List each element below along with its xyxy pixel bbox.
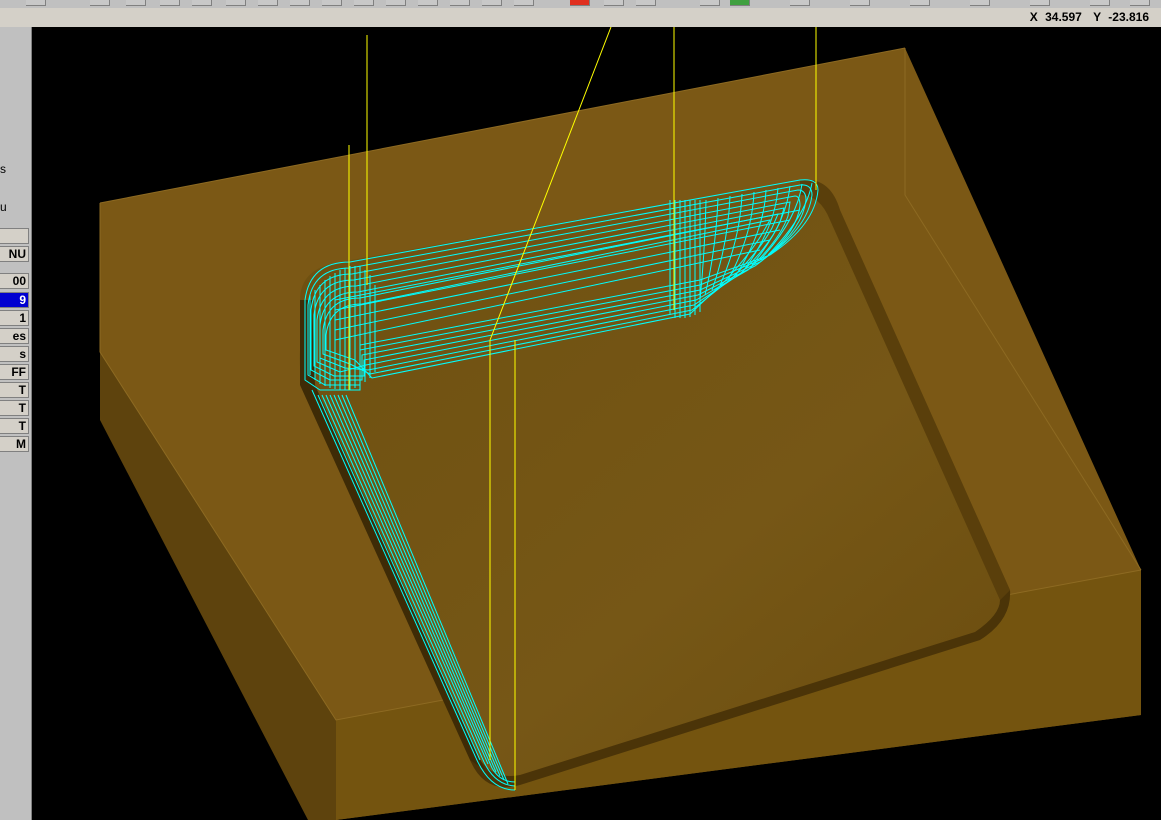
panel-button[interactable]: FF — [0, 364, 29, 380]
toolbar-button[interactable] — [290, 0, 310, 6]
left-panel: s u NU 00 9 1 es s FF T T T M — [0, 27, 32, 820]
toolbar-button[interactable] — [970, 0, 990, 6]
panel-button[interactable]: es — [0, 328, 29, 344]
toolbar-button[interactable] — [604, 0, 624, 6]
toolbar-button[interactable] — [258, 0, 278, 6]
toolbar-button[interactable] — [1130, 0, 1150, 6]
toolbar-button[interactable] — [910, 0, 930, 6]
toolbar-button[interactable] — [730, 0, 750, 6]
toolbar-button[interactable] — [192, 0, 212, 6]
panel-button[interactable]: 1 — [0, 310, 29, 326]
panel-button[interactable]: T — [0, 400, 29, 416]
panel-label: s — [0, 162, 6, 176]
toolbar-button[interactable] — [514, 0, 534, 6]
x-value: 34.597 — [1045, 10, 1082, 24]
y-value: -23.816 — [1108, 10, 1149, 24]
coordinate-readout: X 34.597 Y -23.816 — [1026, 10, 1149, 24]
panel-label: u — [0, 200, 7, 214]
toolbar-button[interactable] — [126, 0, 146, 6]
3d-viewport[interactable] — [32, 27, 1161, 820]
toolbar-button[interactable] — [1090, 0, 1110, 6]
panel-button-selected[interactable]: 9 — [0, 292, 29, 308]
toolbar-button[interactable] — [450, 0, 470, 6]
toolbar-button[interactable] — [700, 0, 720, 6]
panel-button[interactable] — [0, 228, 29, 244]
toolbar-button[interactable] — [418, 0, 438, 6]
y-label: Y — [1093, 10, 1101, 24]
panel-button[interactable]: T — [0, 418, 29, 434]
toolbar-button[interactable] — [482, 0, 502, 6]
machining-simulation — [99, 27, 1142, 820]
toolbar-button[interactable] — [90, 0, 110, 6]
panel-button[interactable]: s — [0, 346, 29, 362]
toolbar-button[interactable] — [322, 0, 342, 6]
toolbar-button[interactable] — [354, 0, 374, 6]
toolbar-button[interactable] — [850, 0, 870, 6]
toolbar-button[interactable] — [790, 0, 810, 6]
status-bar: X 34.597 Y -23.816 — [0, 8, 1161, 28]
x-label: X — [1029, 10, 1038, 24]
toolbar-button[interactable] — [636, 0, 656, 6]
panel-button[interactable]: 00 — [0, 273, 29, 289]
toolbar-button[interactable] — [226, 0, 246, 6]
stop-icon[interactable] — [570, 0, 590, 6]
toolbar-button[interactable] — [1030, 0, 1050, 6]
panel-button[interactable]: T — [0, 382, 29, 398]
toolbar-button[interactable] — [26, 0, 46, 6]
toolbar-button[interactable] — [386, 0, 406, 6]
panel-button[interactable]: M — [0, 436, 29, 452]
panel-button[interactable]: NU — [0, 246, 29, 262]
toolbar-button[interactable] — [160, 0, 180, 6]
